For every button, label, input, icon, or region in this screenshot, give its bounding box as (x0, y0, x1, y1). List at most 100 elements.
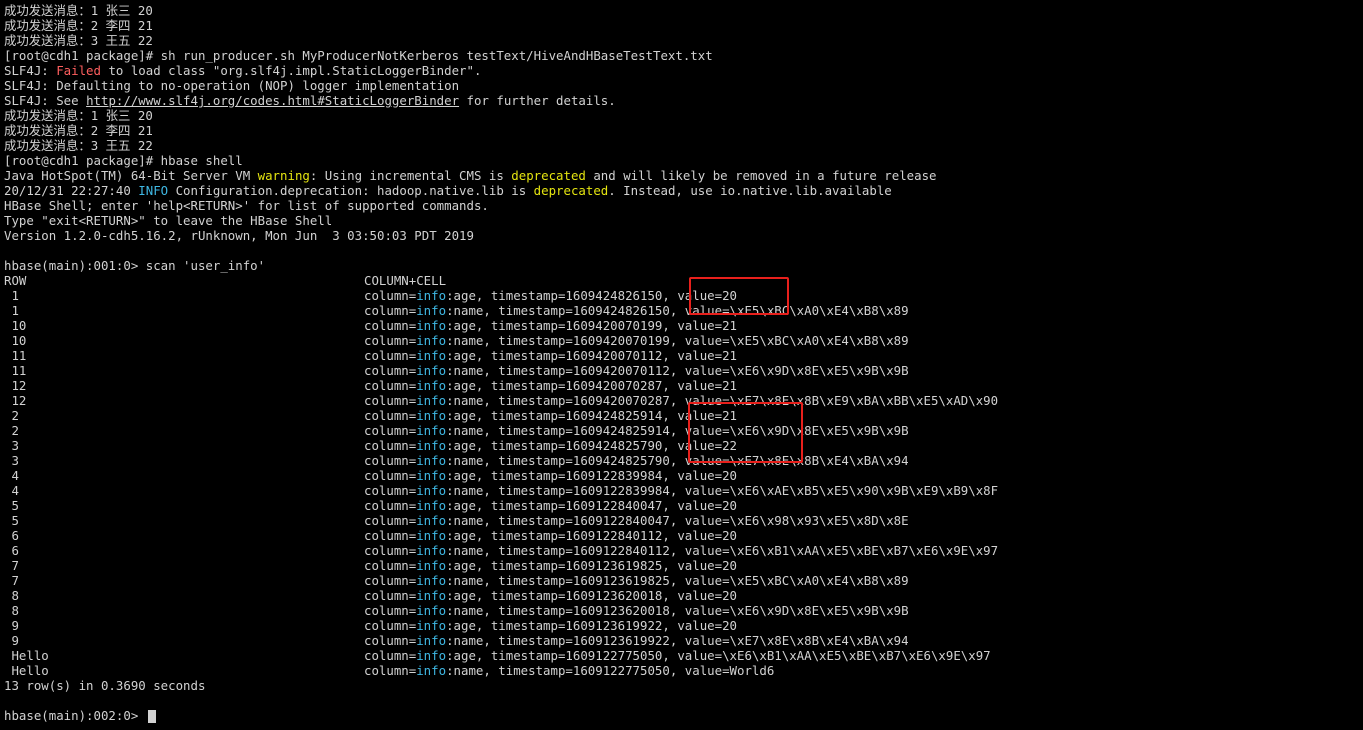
row-key: 11 (4, 363, 27, 378)
column-family: info (416, 408, 447, 423)
qualifier-timestamp-value: :name, timestamp=1609122840047, value=\x… (446, 513, 909, 528)
row-key: 1 (4, 303, 19, 318)
info-middle: Configuration.deprecation: hadoop.native… (168, 183, 534, 198)
scan-row: 8 column=info:age, timestamp=160912362001… (4, 588, 1363, 603)
row-key: 1 (4, 288, 19, 303)
column-family: info (416, 603, 447, 618)
scan-row: 7 column=info:age, timestamp=160912361982… (4, 558, 1363, 573)
scan-row: 2 column=info:name, timestamp=16094248259… (4, 423, 1363, 438)
column-prefix: column= (364, 528, 417, 543)
qualifier-timestamp-value: :age, timestamp=1609123619825, value=20 (446, 558, 737, 573)
qualifier-timestamp-value: :name, timestamp=1609123619825, value=\x… (446, 573, 909, 588)
column-prefix: column= (364, 288, 417, 303)
qualifier-timestamp-value: :name, timestamp=1609122839984, value=\x… (446, 483, 999, 498)
column-prefix: column= (364, 423, 417, 438)
cell-value: column=info:name, timestamp=160942482591… (364, 423, 1363, 438)
cell-value: column=info:name, timestamp=160942482615… (364, 303, 1363, 318)
scan-row: 5 column=info:name, timestamp=16091228400… (4, 513, 1363, 528)
qualifier-timestamp-value: :age, timestamp=1609123620018, value=20 (446, 588, 737, 603)
row-key: Hello (4, 648, 49, 663)
qualifier-timestamp-value: :age, timestamp=1609420070199, value=21 (446, 318, 737, 333)
column-family: info (416, 648, 447, 663)
sent-message-line: 成功发送消息：3 王五 22 (4, 33, 153, 48)
row-key: 8 (4, 603, 19, 618)
slf4j-failed-line: SLF4J: Failed to load class "org.slf4j.i… (4, 63, 1363, 78)
column-prefix: column= (364, 543, 417, 558)
row-column-header: ROW (4, 273, 27, 288)
cell-value: column=info:age, timestamp=1609123619825… (364, 558, 1363, 573)
row-key: 12 (4, 378, 27, 393)
column-prefix: column= (364, 588, 417, 603)
hbase-intro-line: Type "exit<RETURN>" to leave the HBase S… (4, 213, 333, 228)
qualifier-timestamp-value: :age, timestamp=1609122840047, value=20 (446, 498, 737, 513)
qualifier-timestamp-value: :age, timestamp=1609122775050, value=\xE… (446, 648, 991, 663)
column-prefix: column= (364, 318, 417, 333)
row-key: 5 (4, 498, 19, 513)
cell-value: column=info:age, timestamp=1609424826150… (364, 288, 1363, 303)
scan-row: 12 column=info:age, timestamp=16094200702… (4, 378, 1363, 393)
scan-row: 5 column=info:age, timestamp=160912284004… (4, 498, 1363, 513)
column-prefix: column= (364, 648, 417, 663)
scan-row: 7 column=info:name, timestamp=16091236198… (4, 573, 1363, 588)
scan-row: 6 column=info:name, timestamp=16091228401… (4, 543, 1363, 558)
column-prefix: column= (364, 303, 417, 318)
slf4j-url-link[interactable]: http://www.slf4j.org/codes.html#StaticLo… (86, 93, 459, 108)
column-prefix: column= (364, 363, 417, 378)
column-family: info (416, 288, 447, 303)
qualifier-timestamp-value: :age, timestamp=1609424825790, value=22 (446, 438, 737, 453)
qualifier-timestamp-value: :age, timestamp=1609122839984, value=20 (446, 468, 737, 483)
qualifier-timestamp-value: :age, timestamp=1609424826150, value=20 (446, 288, 737, 303)
sent-message-line: 成功发送消息：2 李四 21 (4, 123, 153, 138)
column-family: info (416, 438, 447, 453)
cell-value: column=info:age, timestamp=1609123619922… (364, 618, 1363, 633)
cell-value: column=info:age, timestamp=1609420070287… (364, 378, 1363, 393)
qualifier-timestamp-value: :name, timestamp=1609420070287, value=\x… (446, 393, 999, 408)
warning-keyword: warning (257, 168, 310, 183)
java-warning-rest: and will likely be removed in a future r… (585, 168, 937, 183)
cell-value: column=info:age, timestamp=1609420070199… (364, 318, 1363, 333)
row-key: 11 (4, 348, 27, 363)
slf4j-failed-rest: to load class "org.slf4j.impl.StaticLogg… (100, 63, 482, 78)
cell-value: column=info:age, timestamp=1609122839984… (364, 468, 1363, 483)
scan-results: 1 column=info:age, timestamp=160942482615… (4, 288, 1363, 678)
row-key: Hello (4, 663, 49, 678)
column-prefix: column= (364, 663, 417, 678)
column-prefix: column= (364, 618, 417, 633)
qualifier-timestamp-value: :age, timestamp=1609122840112, value=20 (446, 528, 737, 543)
column-family: info (416, 618, 447, 633)
cell-value: column=info:age, timestamp=1609424825790… (364, 438, 1363, 453)
column-family: info (416, 588, 447, 603)
column-family: info (416, 423, 447, 438)
column-family: info (416, 453, 447, 468)
slf4j-defaulting-line: SLF4J: Defaulting to no-operation (NOP) … (4, 78, 460, 93)
scan-row: 3 column=info:age, timestamp=160942482579… (4, 438, 1363, 453)
slf4j-prefix: SLF4J: (4, 63, 57, 78)
qualifier-timestamp-value: :name, timestamp=1609424825914, value=\x… (446, 423, 909, 438)
scan-row: 3 column=info:name, timestamp=16094248257… (4, 453, 1363, 468)
scan-row: 12 column=info:name, timestamp=1609420070… (4, 393, 1363, 408)
row-key: 3 (4, 438, 19, 453)
column-family: info (416, 528, 447, 543)
column-prefix: column= (364, 333, 417, 348)
row-key: 12 (4, 393, 27, 408)
scan-row: 2 column=info:age, timestamp=160942482591… (4, 408, 1363, 423)
qualifier-timestamp-value: :name, timestamp=1609420070112, value=\x… (446, 363, 909, 378)
terminal-output[interactable]: 成功发送消息：1 张三 20 成功发送消息：2 李四 21 成功发送消息：3 王… (4, 3, 1363, 723)
cell-value: column=info:name, timestamp=160912361982… (364, 573, 1363, 588)
java-warning-prefix: Java HotSpot(TM) 64-Bit Server VM (4, 168, 258, 183)
shell-command-producer: [root@cdh1 package]# sh run_producer.sh … (4, 48, 713, 63)
cell-value: column=info:name, timestamp=160912283998… (364, 483, 1363, 498)
column-family: info (416, 393, 447, 408)
sent-message-line: 成功发送消息：1 张三 20 (4, 108, 153, 123)
shell-prompt[interactable]: hbase(main):002:0> (4, 708, 1363, 723)
column-prefix: column= (364, 483, 417, 498)
cell-value: column=info:name, timestamp=160912284011… (364, 543, 1363, 558)
row-key: 8 (4, 588, 19, 603)
cell-column-header: COLUMN+CELL (364, 273, 447, 288)
row-key: 7 (4, 573, 19, 588)
scan-row: 1 column=info:name, timestamp=16094248261… (4, 303, 1363, 318)
qualifier-timestamp-value: :age, timestamp=1609123619922, value=20 (446, 618, 737, 633)
cell-value: column=info:name, timestamp=160912284004… (364, 513, 1363, 528)
